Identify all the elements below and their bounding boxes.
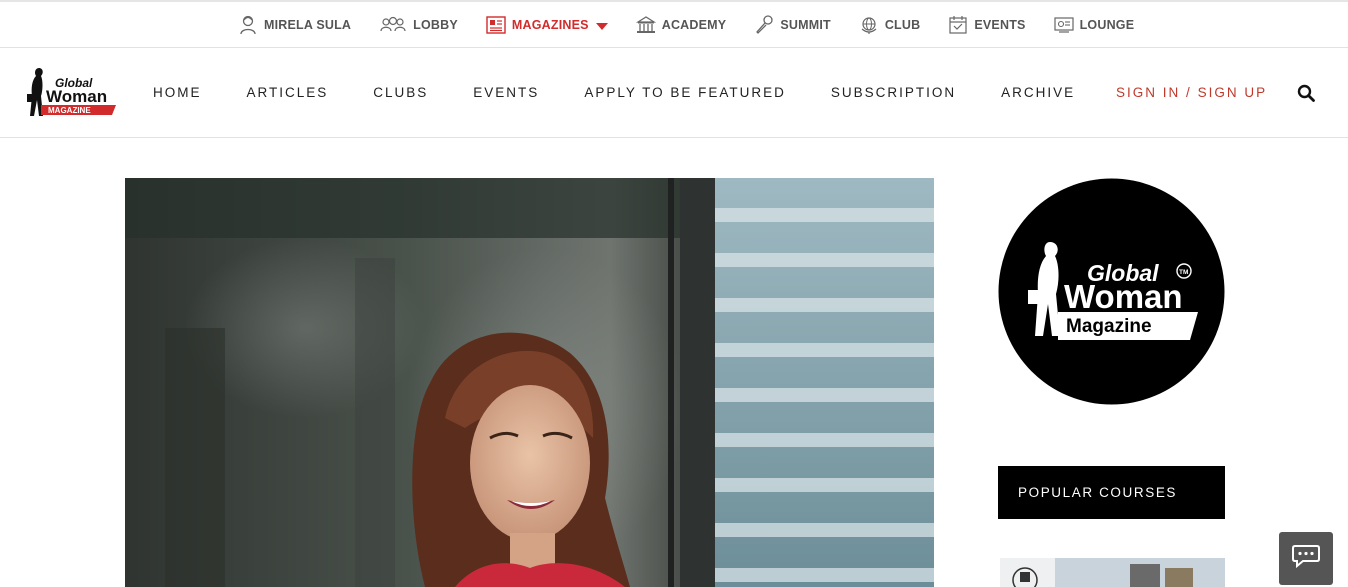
auth-links: SIGN IN / SIGN UP — [1116, 85, 1267, 100]
chevron-down-icon — [595, 22, 608, 30]
chat-icon — [1291, 543, 1321, 574]
popular-courses-heading: POPULAR COURSES — [998, 466, 1225, 519]
topbar-item-lounge[interactable]: LOUNGE — [1053, 14, 1135, 36]
globe-icon — [859, 15, 879, 35]
magazine-icon — [486, 15, 506, 35]
topbar-label: ACADEMY — [661, 18, 727, 32]
topbar-label: CLUB — [884, 18, 921, 32]
sidebar-magazine-logo[interactable]: Global TM Woman Magazine — [998, 178, 1225, 405]
topbar-item-summit[interactable]: SUMMIT — [754, 14, 831, 36]
calendar-icon — [948, 15, 968, 35]
circle-logo-magazine: Magazine — [1066, 316, 1152, 337]
logo-text-woman: Woman — [46, 87, 107, 106]
user-icon — [238, 15, 258, 35]
nav-apply-featured[interactable]: APPLY TO BE FEATURED — [584, 85, 786, 100]
top-utility-bar: MIRELA SULA LOBBY MAGAZINES ACADEMY SUMM… — [0, 0, 1348, 48]
nav-articles[interactable]: ARTICLES — [247, 85, 329, 100]
popular-courses-label: POPULAR COURSES — [1018, 485, 1178, 500]
topbar-label: MIRELA SULA — [264, 18, 352, 32]
featured-article-image[interactable] — [125, 178, 934, 587]
nav-clubs[interactable]: CLUBS — [373, 85, 428, 100]
topbar-label: LOBBY — [413, 18, 458, 32]
people-icon — [379, 15, 407, 35]
auth-separator: / — [1186, 85, 1192, 100]
nav-subscription[interactable]: SUBSCRIPTION — [831, 85, 956, 100]
topbar-label: LOUNGE — [1079, 18, 1135, 32]
top-utility-menu: MIRELA SULA LOBBY MAGAZINES ACADEMY SUMM… — [238, 14, 1134, 36]
logo-text-magazine: MAGAZINE — [48, 106, 91, 115]
site-logo[interactable]: Global Woman MAGAZINE — [26, 66, 118, 120]
primary-nav: HOME ARTICLES CLUBS EVENTS APPLY TO BE F… — [153, 85, 1075, 100]
topbar-label: EVENTS — [974, 18, 1026, 32]
nav-events[interactable]: EVENTS — [473, 85, 539, 100]
topbar-item-academy[interactable]: ACADEMY — [635, 14, 727, 36]
microphone-icon — [754, 15, 774, 35]
topbar-item-club[interactable]: CLUB — [859, 14, 921, 36]
nav-archive[interactable]: ARCHIVE — [1001, 85, 1075, 100]
topbar-item-profile[interactable]: MIRELA SULA — [238, 14, 351, 36]
lounge-icon — [1053, 15, 1074, 35]
topbar-label: SUMMIT — [780, 18, 831, 32]
course-thumbnail[interactable] — [1000, 558, 1225, 587]
nav-home[interactable]: HOME — [153, 85, 202, 100]
academy-icon — [635, 15, 656, 35]
circle-logo-tm: TM — [1179, 269, 1188, 276]
topbar-label: MAGAZINES — [511, 18, 589, 32]
topbar-item-magazines[interactable]: MAGAZINES — [486, 14, 608, 36]
topbar-item-lobby[interactable]: LOBBY — [379, 14, 458, 36]
search-icon[interactable] — [1297, 84, 1315, 102]
chat-widget-button[interactable] — [1279, 532, 1333, 585]
sign-in-link[interactable]: SIGN IN — [1116, 85, 1180, 100]
topbar-item-events[interactable]: EVENTS — [948, 14, 1025, 36]
sign-up-link[interactable]: SIGN UP — [1198, 85, 1268, 100]
circle-logo-woman: Woman — [1064, 278, 1183, 315]
main-navigation-bar: Global Woman MAGAZINE HOME ARTICLES CLUB… — [0, 48, 1348, 138]
